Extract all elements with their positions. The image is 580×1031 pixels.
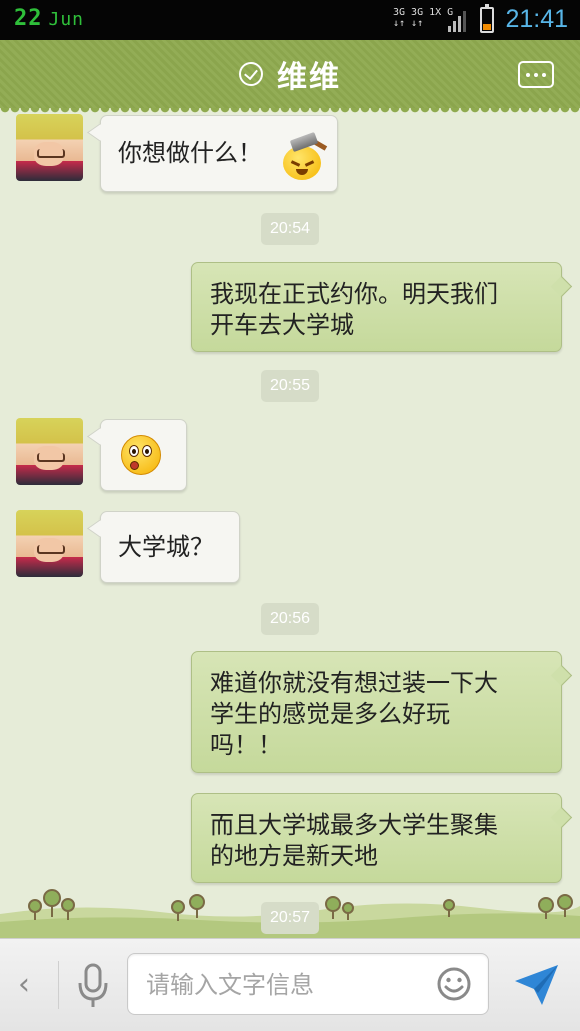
timestamp: 20:55 <box>261 370 320 402</box>
hammer-face-emoji <box>281 131 328 180</box>
message-list[interactable]: 你想做什么！ 20:54 我现在正式约你。明天我们 开车去大学城 20:55 大… <box>0 108 580 938</box>
outgoing-message[interactable]: 我现在正式约你。明天我们 开车去大学城 <box>191 262 562 352</box>
timestamp: 20:56 <box>261 603 320 635</box>
message-text-line: 吗！！ <box>210 731 282 759</box>
message-text-line: 的地方是新天地 <box>210 842 378 870</box>
status-date-month: Jun <box>48 9 85 30</box>
chevron-left-icon[interactable]: ‹ <box>18 967 40 1003</box>
timestamp: 20:57 <box>261 902 320 934</box>
incoming-message[interactable] <box>100 419 187 491</box>
incoming-message[interactable]: 你想做什么！ <box>100 115 338 192</box>
chat-title: 维维 <box>277 60 341 95</box>
incoming-message[interactable]: 大学城？ <box>100 511 240 583</box>
message-input-box[interactable] <box>127 953 489 1015</box>
check-circle-icon <box>239 62 263 86</box>
message-text: 大学城？ <box>118 533 214 561</box>
message-text-line: 我现在正式约你。明天我们 <box>210 280 498 308</box>
send-plane-icon[interactable] <box>512 961 560 1009</box>
more-dots-icon <box>526 72 530 77</box>
chat-header: 维维 <box>0 40 580 114</box>
status-date: 22 Jun <box>14 6 84 31</box>
status-bar: 22 Jun 3G 3G 1X G ↓↑ ↓↑ 21:41 <box>0 0 580 40</box>
status-date-day: 22 <box>14 6 43 31</box>
more-options-button[interactable] <box>518 61 554 88</box>
input-bar: ‹ <box>0 938 580 1031</box>
signal-strength-icon <box>448 10 468 32</box>
divider <box>58 961 59 1009</box>
status-time: 21:41 <box>505 5 568 33</box>
contact-avatar[interactable] <box>16 510 83 577</box>
surprised-face-emoji <box>121 435 161 475</box>
battery-icon <box>480 4 494 33</box>
outgoing-message[interactable]: 而且大学城最多大学生聚集 的地方是新天地 <box>191 793 562 883</box>
outgoing-message[interactable]: 难道你就没有想过装一下大 学生的感觉是多么好玩 吗！！ <box>191 651 562 773</box>
message-text-line: 学生的感觉是多么好玩 <box>210 700 450 728</box>
message-text-line: 而且大学城最多大学生聚集 <box>210 811 498 839</box>
microphone-icon[interactable] <box>76 963 110 1009</box>
timestamp: 20:54 <box>261 213 320 245</box>
contact-avatar[interactable] <box>16 418 83 485</box>
message-text-line: 开车去大学城 <box>210 311 354 339</box>
message-text-line: 难道你就没有想过装一下大 <box>210 669 498 697</box>
message-input[interactable] <box>146 968 416 1002</box>
smiley-icon[interactable] <box>436 966 472 1002</box>
contact-avatar[interactable] <box>16 114 83 181</box>
message-text: 你想做什么！ <box>118 139 262 167</box>
